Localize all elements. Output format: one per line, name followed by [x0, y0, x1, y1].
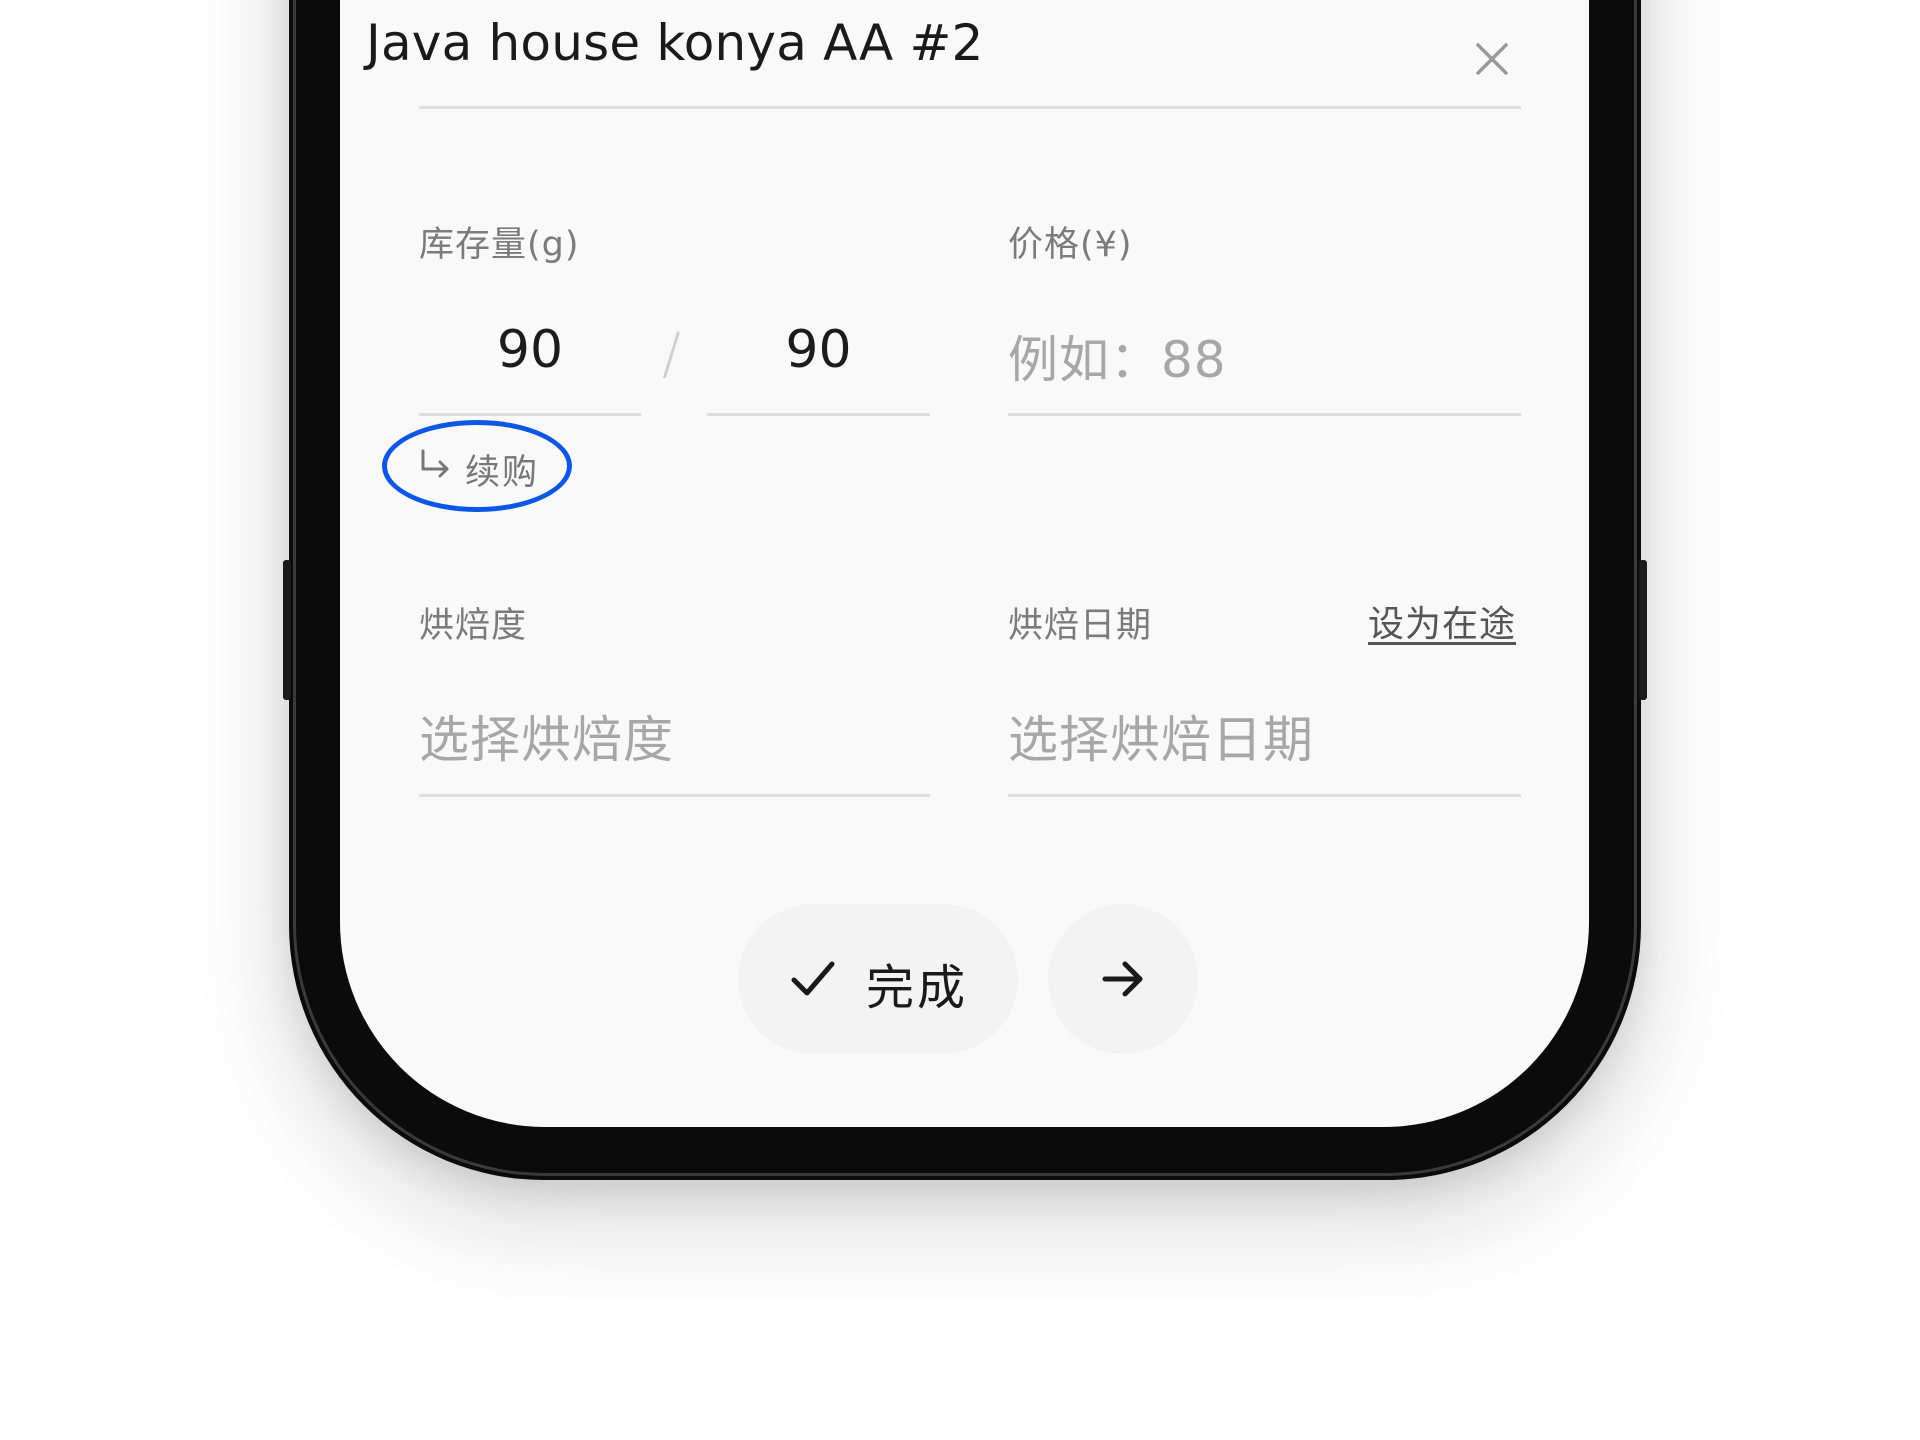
price-input[interactable]: 例如：88 — [1008, 320, 1227, 392]
title-underline — [419, 106, 1521, 109]
roast-level-label: 烘焙度 — [419, 606, 528, 646]
roast-date-underline — [1008, 794, 1521, 797]
close-icon[interactable] — [1473, 40, 1511, 78]
stock-current-input[interactable]: 90 — [419, 320, 641, 380]
roast-date-label: 烘焙日期 — [1008, 606, 1153, 646]
side-button-right — [1639, 560, 1647, 700]
stock-total-underline — [707, 413, 930, 416]
stock-current-underline — [419, 413, 641, 416]
checkmark-icon — [791, 961, 835, 996]
stock-total-input[interactable]: 90 — [707, 320, 930, 380]
price-underline — [1008, 413, 1521, 416]
roast-level-underline — [419, 794, 930, 797]
stage: Java house konya AA #2 库存量(g) 90 / 90 价格… — [0, 0, 1920, 1440]
coffee-name-field[interactable]: Java house konya AA #2 — [366, 14, 984, 72]
price-label: 价格(¥) — [1008, 225, 1133, 265]
done-button-label: 完成 — [866, 960, 969, 1016]
side-button-left — [283, 560, 291, 700]
return-arrow-icon — [421, 449, 449, 478]
roast-date-select[interactable]: 选择烘焙日期 — [1008, 700, 1314, 772]
stock-label: 库存量(g) — [419, 225, 580, 265]
stock-separator: / — [662, 322, 681, 387]
set-in-transit-link[interactable]: 设为在途 — [1368, 595, 1516, 647]
renew-button[interactable]: 续购 — [465, 444, 539, 495]
roast-level-select[interactable]: 选择烘焙度 — [419, 700, 674, 772]
arrow-right-icon — [1102, 961, 1143, 997]
